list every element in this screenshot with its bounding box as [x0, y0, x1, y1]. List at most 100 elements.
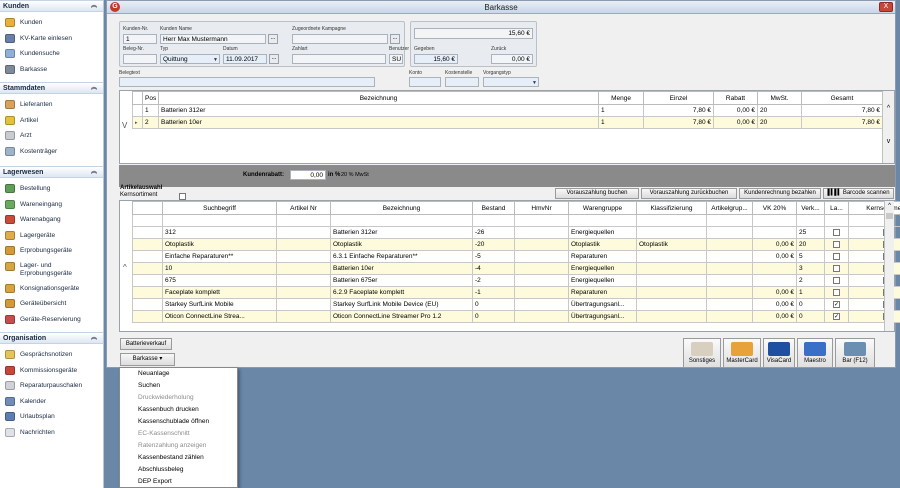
typ-select[interactable]: Quittung ▼ [160, 54, 220, 64]
sidebar-item[interactable]: Kundensuche [0, 46, 103, 62]
menu-item[interactable]: Suchen [120, 380, 237, 392]
gegeben-field[interactable]: 15,60 € [414, 54, 458, 64]
sidebar-item[interactable]: Erprobungsgeräte [0, 243, 103, 259]
column-header[interactable]: Klassifizierung [636, 201, 707, 215]
sidebar-item[interactable]: Urlaubsplan [0, 409, 103, 425]
collapse-icon[interactable]: ^ [123, 263, 127, 272]
vorauszahlung-buchen-button[interactable]: Vorauszahlung buchen [555, 188, 639, 199]
menu-item[interactable]: Kassenschublade öffnen [120, 416, 237, 428]
barcode-button[interactable]: ▌▍▌▍ Barcode scannen [823, 188, 894, 199]
vorauszahlung-zurueck-button[interactable]: Vorauszahlung zurückbuchen [641, 188, 737, 199]
filter-cell[interactable] [796, 214, 825, 227]
sidebar-item[interactable]: Geräteübersicht [0, 296, 103, 312]
filter-cell[interactable] [752, 214, 797, 227]
menu-item[interactable]: Neuanlage [120, 368, 237, 380]
sidebar-item[interactable]: Geräte-Reservierung [0, 312, 103, 328]
filter-cell[interactable] [472, 214, 515, 227]
sidebar-item[interactable]: Kommissionsgeräte [0, 363, 103, 379]
sidebar-item[interactable]: Lieferanten [0, 97, 103, 113]
campaign-lookup-button[interactable]: ... [390, 34, 400, 44]
kundenrabatt-field[interactable]: 0,00 [290, 170, 326, 180]
beleg-nr-field[interactable] [123, 54, 157, 64]
positions-scrollbar[interactable]: ^ v [882, 91, 894, 163]
collapse-chevron-icon[interactable]: ︽ [91, 1, 97, 12]
konto-field[interactable] [409, 77, 441, 87]
filter-cell[interactable] [824, 214, 849, 227]
kunden-nr-field[interactable]: 1 [123, 34, 157, 44]
filter-cell[interactable] [514, 214, 569, 227]
kunden-name-field[interactable]: Herr Max Mustermann [160, 34, 266, 44]
sidebar-section-header[interactable]: Lagerwesen ︽ [0, 166, 103, 178]
scroll-up-icon[interactable]: ^ [883, 105, 894, 112]
batterieverkauf-button[interactable]: Batterieverkauf [120, 338, 172, 350]
payment-button[interactable]: Bar (F12) [835, 338, 875, 368]
sidebar-item[interactable]: Arzt [0, 128, 103, 144]
table-row[interactable]: Oticon ConnectLine Strea... Oticon Connec… [132, 310, 900, 323]
lager-checkbox[interactable] [833, 240, 840, 248]
column-header[interactable]: VK 20% [752, 201, 797, 215]
sidebar-item[interactable]: Artikel [0, 113, 103, 129]
customer-lookup-button[interactable]: ... [268, 34, 278, 44]
datum-field[interactable]: 11.09.2017 [223, 54, 267, 64]
kostenstelle-field[interactable] [445, 77, 479, 87]
sidebar-item[interactable]: Nachrichten [0, 425, 103, 441]
lager-checkbox[interactable] [833, 276, 840, 284]
filter-cell[interactable] [568, 214, 637, 227]
sidebar-section-header[interactable]: Organisation ︽ [0, 332, 103, 344]
sidebar-item[interactable]: Gesprächsnotizen [0, 347, 103, 363]
table-row[interactable]: ▸ 2 Batterien 10er 1 7,80 €0,00 €20 7,80 € [132, 116, 883, 129]
column-header[interactable]: Einzel [643, 91, 714, 105]
table-row[interactable]: 10 Batterien 10er -4 Energiequellen 3 [132, 262, 900, 275]
expand-icon[interactable]: V [122, 121, 127, 130]
lager-checkbox[interactable] [833, 252, 840, 260]
column-header[interactable]: Bezeichnung [330, 201, 473, 215]
payment-button[interactable]: Maestro [797, 338, 833, 368]
kernsortiment-filter-checkbox[interactable] [179, 193, 186, 200]
collapse-chevron-icon[interactable]: ︽ [91, 83, 97, 94]
filter-cell[interactable] [706, 214, 753, 227]
filter-cell[interactable] [276, 214, 331, 227]
scroll-up-icon[interactable]: ^ [885, 203, 894, 209]
sidebar-item[interactable]: Barkasse [0, 62, 103, 78]
scroll-thumb[interactable] [886, 213, 893, 219]
filter-cell[interactable] [636, 214, 707, 227]
date-picker-button[interactable]: ... [269, 54, 279, 64]
lager-checkbox[interactable] [833, 228, 840, 236]
sidebar-item[interactable]: Wareneingang [0, 197, 103, 213]
column-header[interactable]: Suchbegriff [162, 201, 277, 215]
collapse-chevron-icon[interactable]: ︽ [91, 333, 97, 344]
lager-checkbox[interactable]: ✓ [833, 312, 840, 320]
sidebar-item[interactable]: Kunden [0, 15, 103, 31]
menu-item[interactable]: Abschlussbeleg [120, 464, 237, 476]
column-header[interactable]: Bestand [472, 201, 515, 215]
menu-item[interactable]: DEP Export [120, 476, 237, 488]
column-header[interactable]: Verk... [796, 201, 825, 215]
collapse-chevron-icon[interactable]: ︽ [91, 167, 97, 178]
sidebar-item[interactable]: Kalender [0, 394, 103, 410]
kundenrechnung-button[interactable]: Kundenrechnung bezahlen [739, 188, 821, 199]
filter-row[interactable] [132, 214, 900, 227]
payment-button[interactable]: MasterCard [723, 338, 761, 368]
table-row[interactable]: 1 Batterien 312er 1 7,80 €0,00 €20 7,80 € [132, 104, 883, 117]
table-row[interactable]: Einfache Reparaturen** 6.3.1 Einfache Rep… [132, 250, 900, 263]
filter-cell[interactable] [132, 214, 163, 227]
article-scrollbar[interactable]: ^ [884, 201, 894, 331]
column-header[interactable]: Artikelgrup... [706, 201, 753, 215]
table-row[interactable]: Faceplate komplett 6.2.9 Faceplate komple… [132, 286, 900, 299]
sidebar-item[interactable]: Lager- und Erprobungsgeräte [0, 259, 100, 281]
column-header[interactable]: HmvNr [514, 201, 569, 215]
column-header[interactable]: Pos [142, 91, 159, 105]
table-row[interactable]: Otoplastik Otoplastik -20 Otoplastik Otoplas… [132, 238, 900, 251]
sidebar-item[interactable]: Kostenträger [0, 144, 103, 160]
sidebar-item[interactable]: Lagergeräte [0, 228, 103, 244]
column-header[interactable]: Bezeichnung [158, 91, 599, 105]
column-header[interactable]: La... [824, 201, 849, 215]
table-row[interactable]: 675 Batterien 675er -2 Energiequellen 2 [132, 274, 900, 287]
barkasse-dropdown-button[interactable]: Barkasse ▾ [120, 353, 175, 366]
filter-cell[interactable] [330, 214, 473, 227]
lager-checkbox[interactable] [833, 288, 840, 296]
table-row[interactable]: 312 Batterien 312er -26 Energiequellen 25 [132, 226, 900, 239]
sidebar-item[interactable]: KV-Karte einlesen [0, 31, 103, 47]
sidebar-section-header[interactable]: Kunden ︽ [0, 0, 103, 12]
zahlart-field[interactable] [292, 54, 386, 64]
